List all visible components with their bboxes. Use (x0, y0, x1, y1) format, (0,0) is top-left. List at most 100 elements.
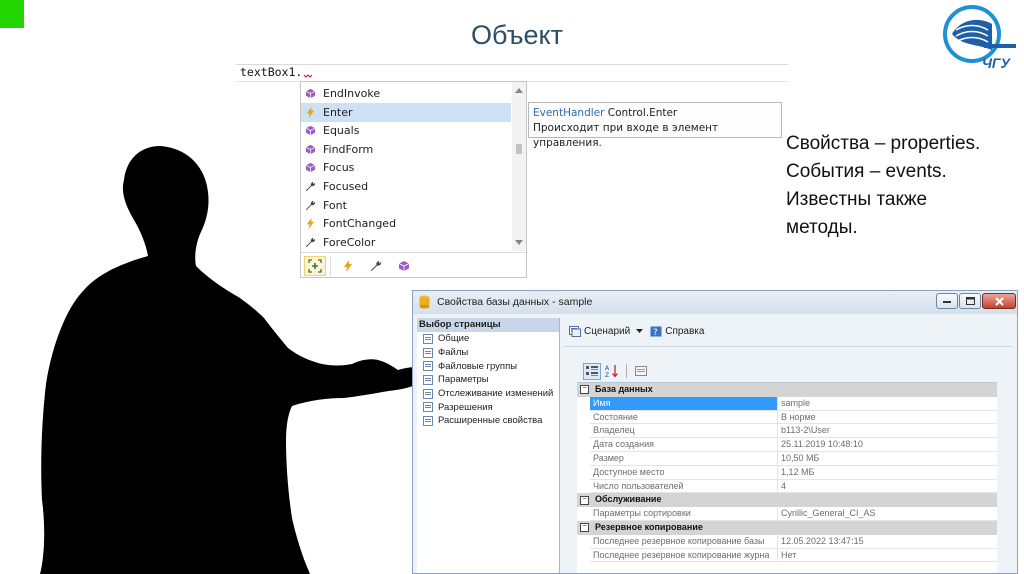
database-properties-dialog[interactable]: Свойства базы данных - sample Выбор стра… (412, 290, 1018, 574)
grid-category[interactable]: − Резервное копирование (577, 521, 997, 535)
property-value: sample (778, 397, 997, 411)
property-value: 1,12 МБ (778, 466, 997, 480)
code-text[interactable]: textBox1. (240, 64, 302, 80)
page-item-label: Разрешения (438, 401, 493, 413)
method-icon (303, 87, 317, 101)
grid-property-row[interactable]: Доступное место 1,12 МБ (577, 465, 997, 480)
intellisense-scrollbar[interactable] (512, 82, 526, 251)
page-item-label: Файлы (438, 347, 469, 359)
page-item[interactable]: Расширенные свойства (417, 414, 559, 428)
close-button[interactable] (982, 293, 1016, 309)
grid-gutter (577, 410, 590, 425)
page-item[interactable]: Файловые группы (417, 359, 559, 373)
collapse-icon[interactable]: − (580, 523, 589, 533)
properties-pane: Сценарий ? Справка AZ − База данных Имя sam… (563, 318, 1013, 573)
page-item[interactable]: Файлы (417, 346, 559, 360)
grid-property-row[interactable]: Владелец b113-2\User (577, 424, 997, 439)
property-name: Последнее резервное копирование журна (590, 548, 778, 563)
completion-item-label: EndInvoke (323, 87, 381, 100)
dialog-body: Выбор страницы Общие Файлы Файловые группы… (417, 318, 1013, 573)
grid-property-row[interactable]: Последнее резервное копирование журна Нет (577, 548, 997, 563)
grid-property-row[interactable]: Состояние В норме (577, 410, 997, 425)
maximize-button[interactable] (959, 293, 981, 309)
dialog-toolbar: Сценарий ? Справка (569, 323, 704, 339)
completion-item[interactable]: Enter (301, 102, 511, 122)
grid-gutter (577, 507, 590, 521)
property-value: 12.05.2022 13:47:15 (778, 535, 997, 549)
page-item-label: Расширенные свойства (438, 415, 543, 427)
grid-property-row[interactable]: Размер 10,50 МБ (577, 452, 997, 466)
page-icon (423, 347, 433, 358)
category-header[interactable]: − Резервное копирование (580, 521, 997, 535)
minimize-button[interactable] (936, 293, 958, 309)
page-item-label: Параметры (438, 374, 489, 386)
page-item-label: Общие (438, 333, 470, 345)
page-item[interactable]: Параметры (417, 373, 559, 387)
property-name: Размер (590, 452, 778, 466)
completion-item[interactable]: Equals (301, 121, 511, 140)
dialog-titlebar[interactable]: Свойства базы данных - sample (413, 291, 1017, 314)
grid-property-row[interactable]: Имя sample (577, 396, 997, 411)
categorized-icon (586, 366, 598, 376)
property-name: Доступное место (590, 465, 778, 480)
script-button[interactable]: Сценарий (584, 326, 630, 337)
chevron-down-icon[interactable] (636, 328, 644, 334)
page-icon (423, 415, 433, 426)
grid-property-row[interactable]: Дата создания 25.11.2019 10:48:10 (577, 438, 997, 452)
grid-property-row[interactable]: Число пользователей 4 (577, 479, 997, 494)
page-icon (423, 361, 433, 372)
help-button[interactable]: Справка (665, 326, 704, 337)
slide-title: Объект (471, 20, 563, 50)
categorized-button[interactable] (583, 362, 601, 380)
grid-toolbar-separator (626, 364, 627, 378)
svg-text:Z: Z (605, 372, 609, 378)
alphabetical-button[interactable]: AZ (604, 364, 620, 379)
property-name: Дата создания (590, 438, 778, 452)
script-icon (569, 325, 581, 337)
category-header[interactable]: − База данных (580, 383, 997, 397)
property-value: 25.11.2019 10:48:10 (778, 438, 997, 452)
tooltip-member: Control.Enter (604, 107, 678, 119)
property-value: 4 (778, 480, 997, 494)
toolbar-divider (563, 346, 1013, 347)
property-name: Число пользователей (590, 479, 778, 494)
property-value: Нет (778, 549, 997, 563)
property-grid[interactable]: − База данных Имя sample Состояние В норме Вла… (577, 382, 997, 573)
logo-text: ЧГУ (982, 55, 1012, 71)
tooltip-signature: EventHandler Control.Enter (533, 106, 777, 121)
page-selector-header: Выбор страницы (417, 318, 559, 332)
property-pages-button[interactable] (633, 364, 649, 379)
completion-item[interactable]: EndInvoke (301, 84, 511, 103)
scroll-thumb[interactable] (516, 144, 522, 154)
sort-alpha-icon: AZ (605, 365, 618, 378)
code-editor-line[interactable] (236, 64, 788, 82)
page-item[interactable]: Разрешения (417, 400, 559, 414)
dialog-title: Свойства базы данных - sample (437, 296, 593, 308)
page-icon (423, 388, 433, 399)
grid-gutter (577, 396, 590, 411)
tooltip-type: EventHandler (533, 107, 605, 119)
page-item[interactable]: Общие (417, 332, 559, 346)
page-item-label: Файловые группы (438, 360, 518, 372)
collapse-icon[interactable]: − (580, 385, 589, 395)
collapse-icon[interactable]: − (580, 495, 589, 505)
page-icon (423, 402, 433, 413)
category-label: Обслуживание (595, 494, 662, 505)
grid-category[interactable]: − База данных (577, 383, 997, 397)
page-selector-pane: Выбор страницы Общие Файлы Файловые группы… (417, 318, 560, 573)
category-header[interactable]: − Обслуживание (580, 493, 997, 508)
page-icon (423, 333, 433, 344)
scroll-down-icon[interactable] (515, 240, 523, 245)
university-logo: ЧГУ (943, 5, 1016, 71)
completion-item-label: Equals (323, 124, 360, 138)
close-icon (994, 296, 1004, 306)
grid-category[interactable]: − Обслуживание (577, 493, 997, 508)
grid-property-row[interactable]: Последнее резервное копирование базы 12.0… (577, 534, 997, 549)
property-name: Владелец (590, 424, 778, 439)
grid-gutter (577, 452, 590, 466)
property-name: Последнее резервное копирование базы (590, 534, 778, 549)
scroll-up-icon[interactable] (515, 88, 523, 93)
grid-property-row[interactable]: Параметры сортировки Cyrillic_General_CI_… (577, 507, 997, 521)
page-item[interactable]: Отслеживание изменений (417, 387, 559, 401)
svg-text:A: A (605, 365, 610, 372)
